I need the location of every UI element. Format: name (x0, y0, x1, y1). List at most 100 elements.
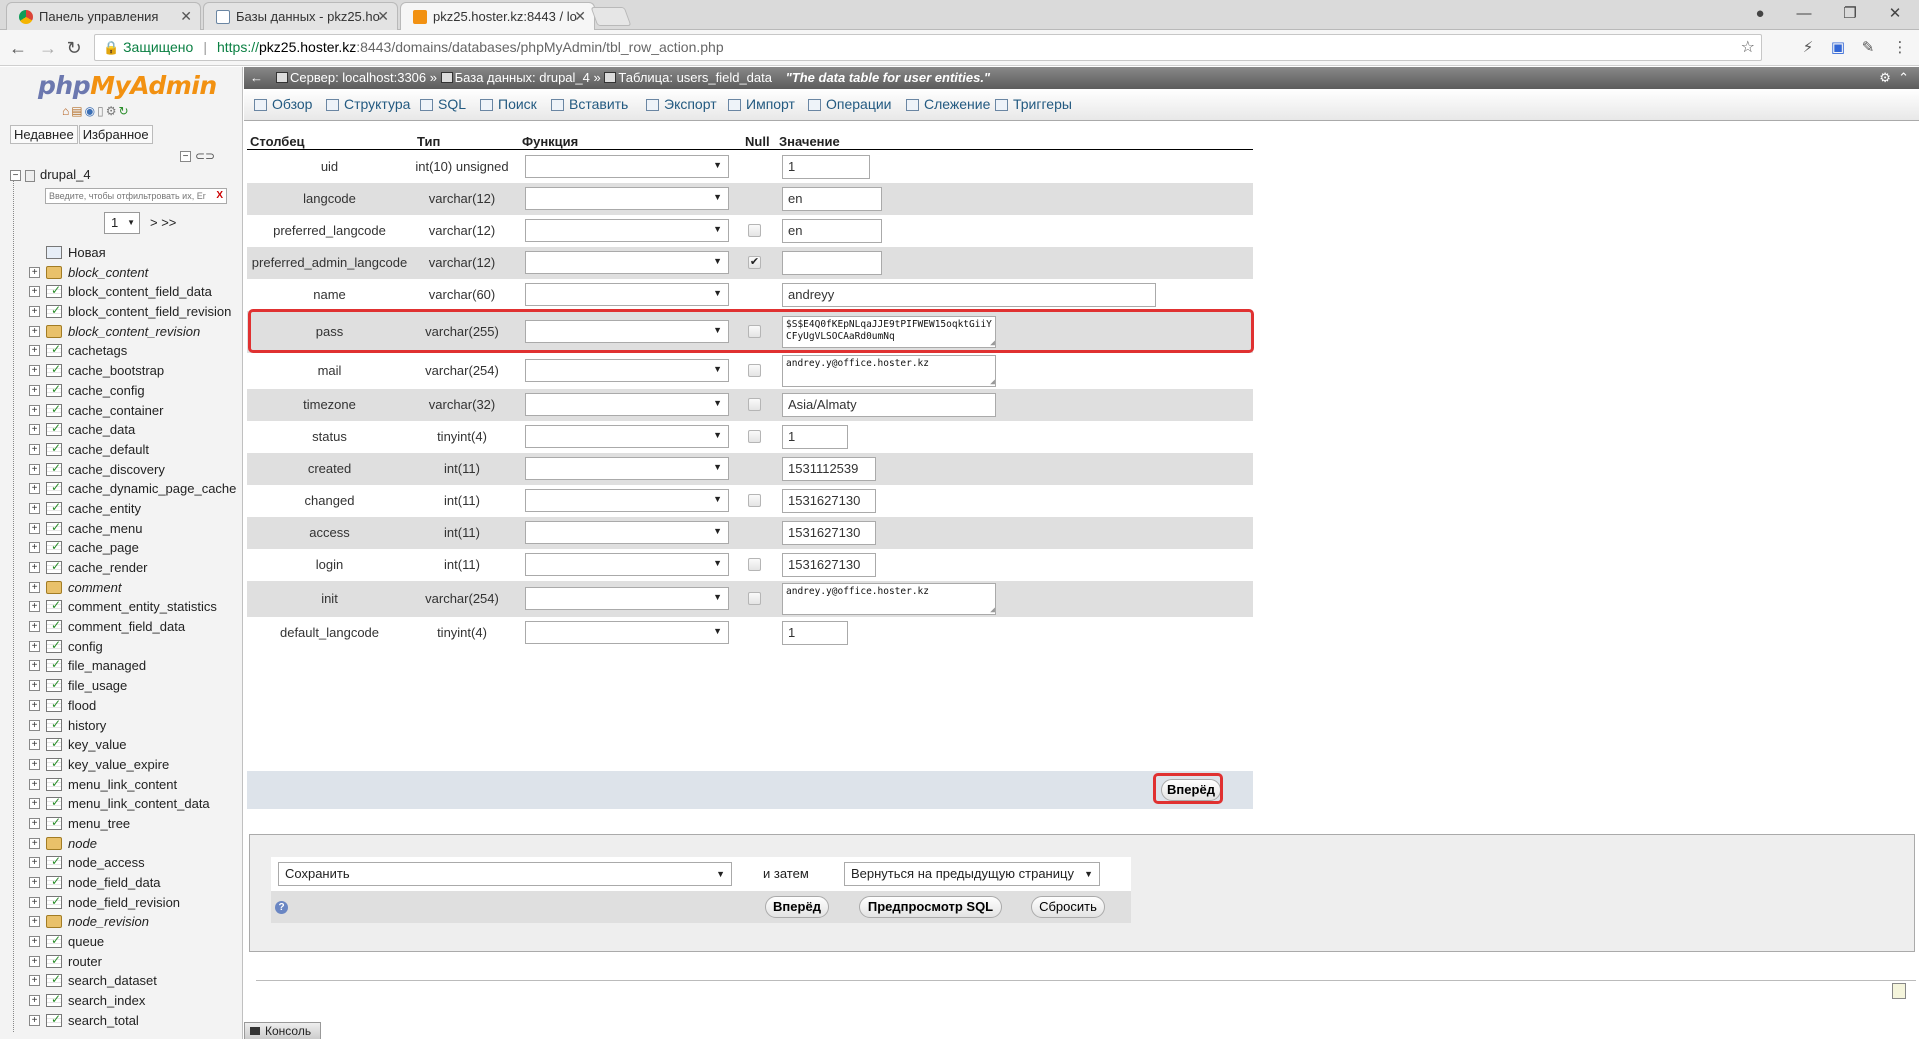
function-select[interactable] (525, 219, 729, 242)
tab-operations[interactable]: Операции (804, 89, 892, 121)
nav-table-item[interactable]: + key_value (28, 734, 242, 755)
table-icon[interactable] (46, 675, 62, 695)
new-tab-button[interactable] (590, 7, 632, 26)
nav-table-item[interactable]: + menu_link_content (28, 774, 242, 795)
tab-sql[interactable]: SQL (416, 89, 466, 121)
extension-tool-icon[interactable]: ✎ (1858, 39, 1878, 59)
page-next-links[interactable]: > >> (150, 215, 176, 230)
nav-table-item[interactable]: + history (28, 715, 242, 736)
null-checkbox[interactable] (748, 592, 761, 605)
value-input[interactable]: 1 (782, 425, 848, 449)
expand-icon[interactable]: + (29, 601, 40, 613)
null-checkbox[interactable] (748, 430, 761, 443)
value-textarea[interactable]: andrey.y@office.hoster.kz (782, 355, 996, 387)
settings-gear-icon[interactable]: ⚙ (1879, 70, 1891, 85)
expand-icon[interactable]: + (29, 483, 40, 495)
table-icon[interactable] (46, 754, 62, 774)
nav-table-item[interactable]: + cache_dynamic_page_cache (28, 478, 242, 499)
function-select[interactable] (525, 489, 729, 512)
function-select[interactable] (525, 621, 729, 644)
expand-icon[interactable]: + (29, 739, 40, 751)
view-icon[interactable] (46, 836, 62, 850)
table-icon[interactable] (46, 872, 62, 892)
nav-table-label[interactable]: block_content (68, 265, 148, 280)
nav-table-label[interactable]: flood (68, 698, 96, 713)
table-icon[interactable] (46, 655, 62, 675)
nav-table-label[interactable]: cache_config (68, 383, 145, 398)
save-action-select[interactable]: Сохранить (278, 862, 732, 886)
bookmark-star-icon[interactable]: ☆ (1741, 35, 1755, 60)
table-icon[interactable] (46, 537, 62, 557)
nav-table-label[interactable]: cache_dynamic_page_cache (68, 481, 236, 496)
nav-table-label[interactable]: cache_discovery (68, 462, 165, 477)
null-checkbox[interactable] (748, 364, 761, 377)
home-icon[interactable]: ⌂ (62, 104, 71, 118)
function-select[interactable] (525, 553, 729, 576)
document-icon[interactable] (1892, 983, 1906, 999)
back-arrow-icon[interactable]: ← (250, 67, 263, 89)
value-input[interactable]: en (782, 187, 882, 211)
view-icon[interactable] (46, 265, 62, 279)
expand-icon[interactable]: + (29, 424, 40, 436)
nav-table-label[interactable]: queue (68, 934, 104, 949)
value-input[interactable]: 1 (782, 155, 870, 179)
collapse-all-controls[interactable]: − ⊂⊃ (180, 149, 215, 163)
breadcrumb-server[interactable]: Сервер: localhost:3306 (290, 70, 426, 85)
table-icon[interactable] (46, 340, 62, 360)
nav-table-item[interactable]: + cache_default (28, 439, 242, 460)
function-select[interactable] (525, 587, 729, 610)
nav-table-label[interactable]: block_content_field_data (68, 284, 212, 299)
nav-table-label[interactable]: search_total (68, 1013, 139, 1028)
expand-icon[interactable]: + (29, 857, 40, 869)
nav-table-item[interactable]: + flood (28, 695, 242, 716)
clear-filter-icon[interactable]: X (216, 189, 223, 203)
expand-icon[interactable]: + (29, 562, 40, 573)
table-icon[interactable] (46, 970, 62, 990)
nav-table-item[interactable]: + cache_container (28, 400, 242, 421)
table-icon[interactable] (46, 852, 62, 872)
nav-table-label[interactable]: search_dataset (68, 973, 157, 988)
close-icon[interactable]: ✕ (574, 3, 586, 30)
nav-table-item[interactable]: + config (28, 636, 242, 657)
null-checkbox[interactable] (748, 558, 761, 571)
url-bar[interactable]: 🔒 Защищено | https://pkz25.hoster.kz:8443/… (94, 34, 1762, 61)
close-icon[interactable]: ✕ (180, 3, 192, 30)
value-input[interactable]: en (782, 219, 882, 243)
back-arrow-icon[interactable]: ← (6, 36, 30, 60)
tab-import[interactable]: Импорт (724, 89, 795, 121)
forward-arrow-icon[interactable]: → (36, 36, 60, 60)
nav-table-label[interactable]: cachetags (68, 343, 127, 358)
reload-icon[interactable]: ↻ (62, 36, 86, 60)
page-select[interactable]: 1 (104, 212, 140, 234)
expand-icon[interactable]: + (29, 916, 40, 928)
browser-tab-control-panel[interactable]: Панель управления ✕ (6, 2, 201, 30)
value-textarea[interactable]: $S$E4Q0fKEpNLqaJJE9tPIFWEW15oqktGiiYCFyU… (782, 316, 996, 348)
function-select[interactable] (525, 187, 729, 210)
nav-table-item[interactable]: + cache_discovery (28, 459, 242, 480)
nav-table-item[interactable]: + comment (28, 578, 242, 598)
help-icon[interactable]: ? (275, 901, 288, 914)
tab-insert[interactable]: Вставить (547, 89, 628, 121)
preview-sql-button[interactable]: Предпросмотр SQL (859, 896, 1002, 918)
collapse-up-icon[interactable]: ⌃ (1898, 70, 1909, 85)
table-icon[interactable] (46, 774, 62, 793)
docs-icon[interactable]: ▯ (97, 104, 106, 118)
favorites-tab[interactable]: Избранное (78, 125, 153, 144)
null-checkbox[interactable] (748, 494, 761, 507)
value-input[interactable]: 1531627130 (782, 553, 876, 577)
reset-button[interactable]: Сбросить (1031, 896, 1105, 918)
maximize-button[interactable]: ❐ (1828, 0, 1872, 28)
expand-icon[interactable]: + (29, 758, 40, 770)
nav-table-label[interactable]: comment_entity_statistics (68, 599, 217, 614)
tab-triggers[interactable]: Триггеры (991, 89, 1072, 121)
expand-icon[interactable]: + (29, 1014, 40, 1026)
table-icon[interactable] (46, 301, 62, 321)
nav-table-item[interactable]: + cachetags (28, 340, 242, 361)
expand-icon[interactable]: + (29, 581, 40, 593)
nav-table-item[interactable]: + cache_bootstrap (28, 360, 242, 381)
expand-icon[interactable]: + (29, 463, 40, 475)
nav-table-label[interactable]: history (68, 718, 106, 733)
view-icon[interactable] (46, 580, 62, 594)
collapse-icon[interactable]: − (180, 151, 191, 163)
table-icon[interactable] (46, 419, 62, 439)
